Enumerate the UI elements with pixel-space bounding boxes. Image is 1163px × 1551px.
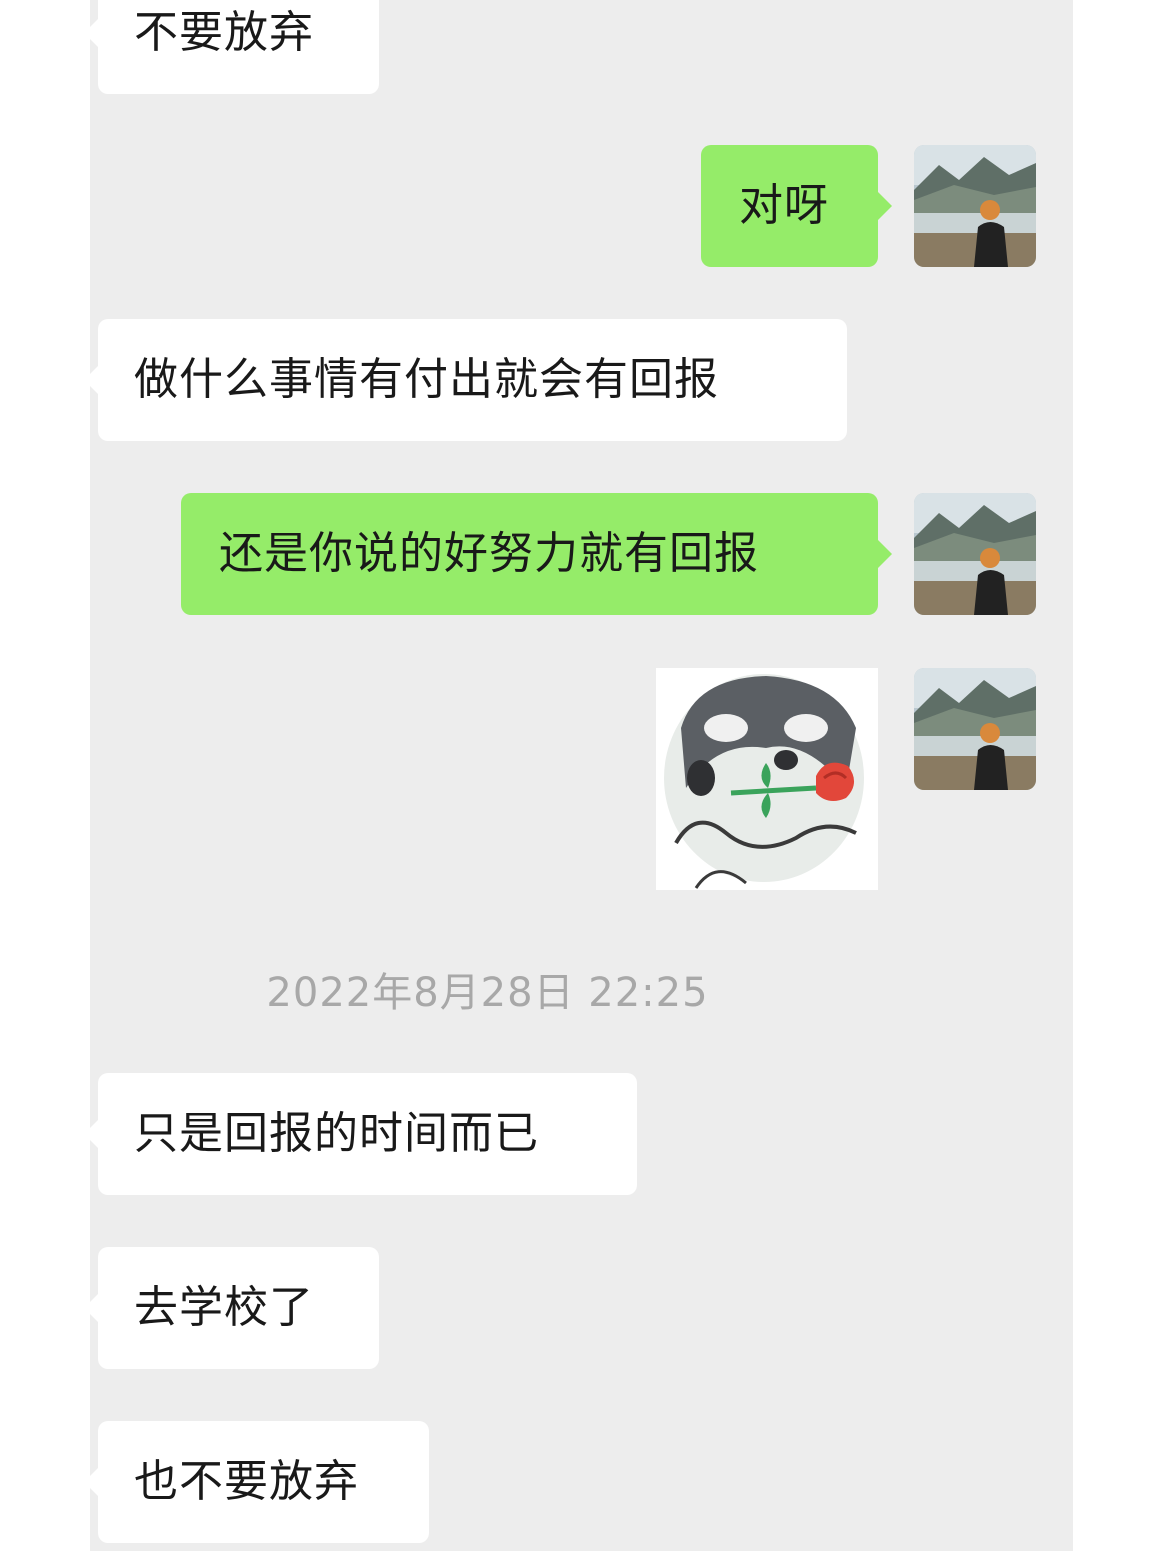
- message-bubble-received[interactable]: 只是回报的时间而已: [84, 1073, 637, 1195]
- landscape-photo-avatar-icon: [914, 493, 1036, 615]
- message-bubble-received[interactable]: 不要放弃: [84, 0, 379, 94]
- sticker-message[interactable]: [656, 668, 878, 890]
- message-text: 不要放弃: [134, 7, 314, 58]
- message-text: 做什么事情有付出就会有回报: [134, 354, 719, 405]
- my-avatar[interactable]: [914, 145, 1036, 267]
- message-text: 还是你说的好努力就有回报: [219, 528, 759, 579]
- message-bubble-received[interactable]: 也不要放弃: [84, 1421, 429, 1543]
- landscape-photo-avatar-icon: [914, 145, 1036, 267]
- message-text: 去学校了: [134, 1282, 314, 1333]
- my-avatar[interactable]: [914, 493, 1036, 615]
- message-bubble-received[interactable]: 做什么事情有付出就会有回报: [84, 319, 847, 441]
- landscape-photo-avatar-icon: [914, 668, 1036, 790]
- message-text: 只是回报的时间而已: [134, 1108, 539, 1159]
- message-text: 也不要放弃: [134, 1456, 359, 1507]
- message-bubble-sent[interactable]: 对呀: [701, 145, 892, 267]
- cat-with-rose-sticker-icon: [656, 668, 878, 890]
- message-bubble-received[interactable]: 去学校了: [84, 1247, 379, 1369]
- message-timestamp: 2022年8月28日 22:25: [266, 970, 709, 1016]
- message-text: 对呀: [739, 180, 829, 231]
- message-bubble-sent[interactable]: 还是你说的好努力就有回报: [181, 493, 892, 615]
- my-avatar[interactable]: [914, 668, 1036, 790]
